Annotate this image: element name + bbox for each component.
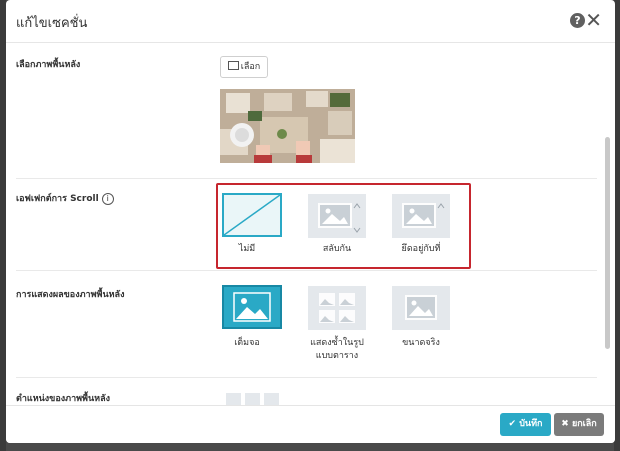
close-icon[interactable]: ✕ [585,8,602,32]
image-icon [227,61,239,70]
scroll-option-parallax-label: สลับกัน [322,244,352,254]
display-option-actual-label: ขนาดจริง [402,338,440,348]
background-image-preview [220,89,355,163]
cancel-button[interactable]: ✖ ยกเลิก [554,413,604,436]
modal-body: เลือกภาพพื้นหลัง เลือก เอฟเฟกต์การ Scrol… [6,43,615,405]
check-icon: ✔ [508,419,517,429]
scrollbar[interactable] [605,137,610,349]
position-label: ตำแหน่งของภาพพื้นหลัง [16,394,110,404]
save-button-label: บันทึก [519,419,543,429]
question-circle-icon[interactable]: ? [570,13,585,28]
scroll-effect-label: เอฟเฟกต์การ Scroll i [16,191,114,205]
display-option-grid-label: แสดงซ้ำในรูป แบบตาราง [299,337,375,363]
display-option-grid[interactable] [308,286,366,330]
scroll-option-fixed[interactable] [392,194,450,238]
save-button[interactable]: ✔ บันทึก [500,413,551,436]
grid-repeat-image-icon [319,293,355,323]
divider [16,270,597,271]
choose-image-label: เลือก [240,62,261,72]
modal-title: แก้ไขเซคชั่น [16,16,88,31]
parallax-image-icon [318,203,361,233]
display-option-grid-label-line1: แสดงซ้ำในรูป [310,338,364,348]
edit-section-modal: แก้ไขเซคชั่น ? ✕ เลือกภาพพื้นหลัง เลือก [6,0,615,443]
actual-size-image-icon [405,295,437,320]
scroll-option-fixed-label: ยึดอยู่กับที่ [401,244,441,254]
position-option[interactable] [264,393,279,405]
background-image-label: เลือกภาพพื้นหลัง [16,60,81,70]
display-option-grid-label-line2: แบบตาราง [315,351,359,361]
position-option[interactable] [226,393,241,405]
close-icon: ✖ [561,419,569,429]
fullscreen-image-icon [233,292,271,322]
none-diagonal-icon [223,194,281,236]
fixed-image-icon [402,203,445,228]
display-option-actual[interactable] [392,286,450,330]
choose-image-button[interactable]: เลือก [220,56,268,78]
info-icon[interactable]: i [101,192,114,205]
display-label: การแสดงผลของภาพพื้นหลัง [16,290,125,300]
modal-footer: ✔ บันทึก ✖ ยกเลิก [6,405,615,443]
display-option-fullscreen[interactable] [222,285,282,329]
scroll-option-none[interactable] [222,193,282,237]
position-option[interactable] [245,393,260,405]
display-option-fullscreen-label: เต็มจอ [234,338,260,348]
divider [16,178,597,179]
scroll-option-parallax[interactable] [308,194,366,238]
divider [16,377,597,378]
scroll-effect-label-text: เอฟเฟกต์การ Scroll [16,194,99,204]
modal-header: แก้ไขเซคชั่น ? ✕ [6,0,615,43]
scroll-option-none-label: ไม่มี [238,244,256,254]
cancel-button-label: ยกเลิก [571,419,597,429]
